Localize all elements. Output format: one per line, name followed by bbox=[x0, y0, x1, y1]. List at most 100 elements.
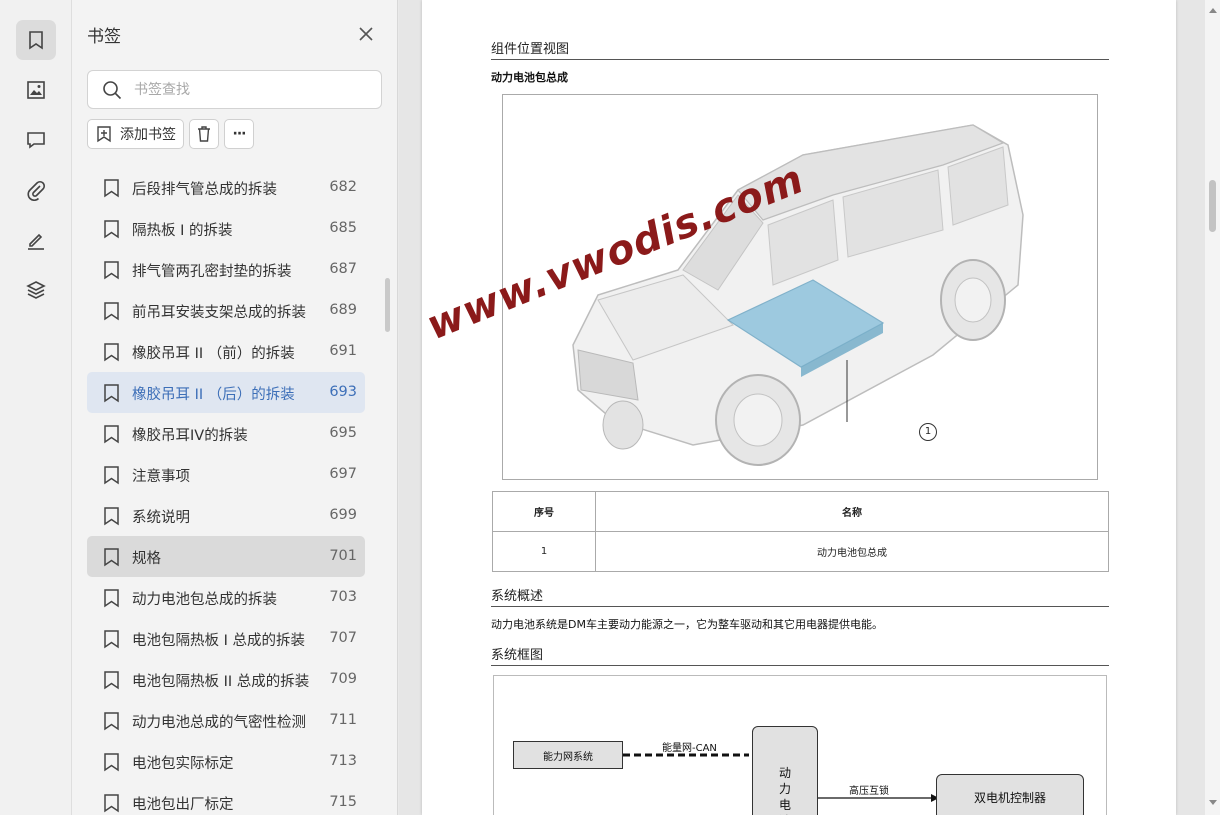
figure-title: 动力电池包总成 bbox=[491, 71, 568, 84]
delete-bookmark-button[interactable] bbox=[189, 119, 219, 149]
bookmark-label: 动力电池包总成的拆装 bbox=[132, 592, 277, 608]
table-header: 名称 bbox=[595, 491, 1109, 532]
bookmark-icon bbox=[104, 753, 119, 772]
bookmark-item[interactable]: 橡胶吊耳IV的拆装 695 bbox=[87, 413, 365, 454]
document-page: 组件位置视图 动力电池包总成 1 序号 名称 1 动力电池包总成 系统概述 动力… bbox=[422, 0, 1176, 815]
bookmark-page: 707 bbox=[329, 630, 357, 646]
document-scrollbar[interactable] bbox=[1205, 0, 1220, 815]
bookmark-icon bbox=[104, 671, 119, 690]
bookmark-item[interactable]: 后段排气管总成的拆装 682 bbox=[87, 167, 365, 208]
signature-icon bbox=[28, 233, 44, 250]
bookmark-page: 697 bbox=[329, 466, 357, 482]
image-icon bbox=[27, 81, 45, 99]
bookmark-item[interactable]: 排气管两孔密封垫的拆装 687 bbox=[87, 249, 365, 290]
search-icon bbox=[103, 81, 122, 100]
table-header-row: 序号 名称 bbox=[492, 491, 1109, 532]
bookmark-label: 注意事项 bbox=[132, 469, 190, 485]
table-cell: 动力电池包总成 bbox=[595, 531, 1109, 572]
bookmark-list: 后段排气管总成的拆装 682 隔热板 I 的拆装 685 排气管两孔密封垫的拆装 68… bbox=[87, 167, 365, 815]
bookmark-item[interactable]: 电池包隔热板 I 总成的拆装 707 bbox=[87, 618, 365, 659]
bookmark-page: 709 bbox=[329, 671, 357, 687]
bookmark-icon bbox=[104, 343, 119, 362]
add-bookmark-button[interactable]: 添加书签 bbox=[87, 119, 184, 149]
bookmark-label: 排气管两孔密封垫的拆装 bbox=[132, 264, 292, 280]
bookmark-label: 前吊耳安装支架总成的拆装 bbox=[132, 305, 306, 321]
bookmark-page: 715 bbox=[329, 794, 357, 810]
bookmark-panel: 书签 添加书签 ··· 后段排气管总成的拆装 682 隔热板 I 的拆装 685 排… bbox=[72, 0, 398, 815]
bookmark-icon bbox=[104, 220, 119, 239]
diagram-box-motor-controller: 双电机控制器 bbox=[936, 774, 1084, 815]
bookmark-label: 电池包实际标定 bbox=[132, 756, 234, 772]
layers-icon bbox=[26, 281, 46, 299]
bookmark-page: 699 bbox=[329, 507, 357, 523]
trash-icon bbox=[198, 126, 210, 142]
attachment-icon bbox=[27, 180, 46, 201]
vehicle-drawing bbox=[572, 124, 1024, 466]
bookmark-list-scrollbar[interactable] bbox=[385, 278, 390, 332]
bookmark-item[interactable]: 电池包隔热板 II 总成的拆装 709 bbox=[87, 659, 365, 700]
scroll-up-arrow[interactable] bbox=[1209, 8, 1217, 13]
bookmark-icon bbox=[104, 425, 119, 444]
bookmark-icon bbox=[104, 507, 119, 526]
bookmark-label: 系统说明 bbox=[132, 510, 190, 526]
parts-table: 序号 名称 1 动力电池包总成 bbox=[492, 491, 1109, 572]
bookmark-icon bbox=[104, 548, 119, 567]
signature-tab[interactable] bbox=[16, 220, 56, 260]
section-heading-component-view: 组件位置视图 bbox=[491, 38, 1109, 60]
bookmark-item[interactable]: 系统说明 699 bbox=[87, 495, 365, 536]
battery-label-char: 电 bbox=[778, 798, 791, 812]
add-bookmark-label: 添加书签 bbox=[120, 127, 176, 143]
bookmark-item-selected[interactable]: 规格 701 bbox=[87, 536, 365, 577]
bookmark-page: 682 bbox=[329, 179, 357, 195]
comment-icon bbox=[27, 132, 45, 149]
more-icon: ··· bbox=[232, 126, 247, 142]
left-icon-rail bbox=[0, 0, 72, 815]
bookmark-search-input[interactable] bbox=[134, 79, 364, 101]
layers-tab[interactable] bbox=[16, 270, 56, 310]
bookmark-icon bbox=[104, 179, 119, 198]
bookmark-page: 695 bbox=[329, 425, 357, 441]
bookmark-item[interactable]: 电池包实际标定 713 bbox=[87, 741, 365, 782]
bookmark-label: 橡胶吊耳 II （后）的拆装 bbox=[132, 387, 295, 403]
bookmark-icon bbox=[104, 712, 119, 731]
system-block-diagram: 能力网系统 能量网-CAN 动 力 电 池 高压互锁 双电机控制器 bbox=[493, 675, 1107, 815]
bookmark-item[interactable]: 动力电池总成的气密性检测 711 bbox=[87, 700, 365, 741]
table-cell: 1 bbox=[492, 531, 596, 572]
battery-label-char: 力 bbox=[778, 782, 791, 796]
bookmark-icon bbox=[104, 630, 119, 649]
bookmark-item[interactable]: 隔热板 I 的拆装 685 bbox=[87, 208, 365, 249]
bookmark-label: 电池包隔热板 I 总成的拆装 bbox=[132, 633, 305, 649]
callout-number: 1 bbox=[919, 423, 937, 441]
bookmark-page: 701 bbox=[329, 548, 357, 564]
bookmark-icon bbox=[104, 589, 119, 608]
section-heading-overview: 系统概述 bbox=[491, 585, 1109, 607]
bookmark-item[interactable]: 电池包出厂标定 715 bbox=[87, 782, 365, 815]
thumbnails-tab[interactable] bbox=[16, 70, 56, 110]
scroll-down-arrow[interactable] bbox=[1209, 800, 1217, 805]
bookmark-item[interactable]: 动力电池包总成的拆装 703 bbox=[87, 577, 365, 618]
bookmark-page: 691 bbox=[329, 343, 357, 359]
bookmark-item[interactable]: 前吊耳安装支架总成的拆装 689 bbox=[87, 290, 365, 331]
attachments-tab[interactable] bbox=[16, 170, 56, 210]
bookmark-label: 隔热板 I 的拆装 bbox=[132, 223, 233, 239]
bookmark-page: 687 bbox=[329, 261, 357, 277]
bookmark-page: 713 bbox=[329, 753, 357, 769]
add-bookmark-icon bbox=[97, 126, 111, 143]
bookmark-label: 橡胶吊耳IV的拆装 bbox=[132, 428, 248, 444]
overview-text: 动力电池系统是DM车主要动力能源之一，它为整车驱动和其它用电器提供电能。 bbox=[491, 618, 883, 631]
bookmark-item[interactable]: 注意事项 697 bbox=[87, 454, 365, 495]
close-icon[interactable] bbox=[356, 24, 376, 44]
bookmark-item[interactable]: 橡胶吊耳 II （前）的拆装 691 bbox=[87, 331, 365, 372]
bookmarks-tab[interactable] bbox=[16, 20, 56, 60]
diagram-link-interlock: 高压互锁 bbox=[849, 786, 889, 797]
table-row: 1 动力电池包总成 bbox=[492, 531, 1109, 572]
bookmark-search bbox=[87, 70, 382, 109]
bookmark-page: 689 bbox=[329, 302, 357, 318]
bookmark-item-current[interactable]: 橡胶吊耳 II （后）的拆装 693 bbox=[87, 372, 365, 413]
comments-tab[interactable] bbox=[16, 120, 56, 160]
bookmark-icon bbox=[104, 794, 119, 813]
bookmark-page: 703 bbox=[329, 589, 357, 605]
scroll-thumb[interactable] bbox=[1209, 180, 1216, 232]
bookmark-page: 711 bbox=[329, 712, 357, 728]
more-options-button[interactable]: ··· bbox=[224, 119, 254, 149]
